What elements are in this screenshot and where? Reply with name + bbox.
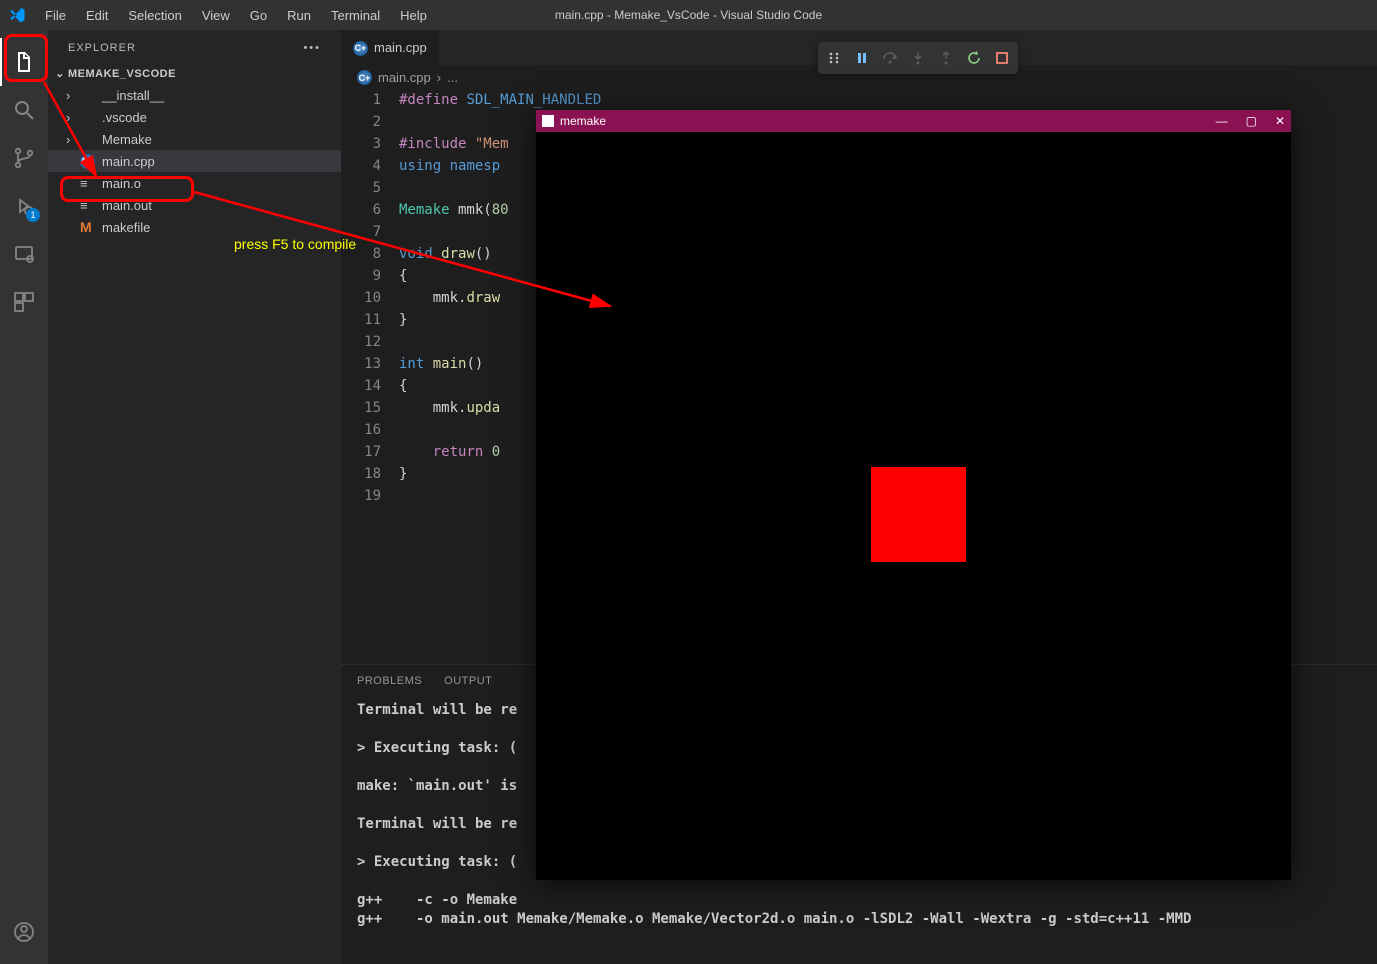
grip-icon (827, 51, 841, 65)
chevron-right-icon: › (66, 88, 80, 103)
breadcrumb-more: ... (447, 70, 458, 85)
breadcrumb-file: main.cpp (378, 70, 431, 85)
menu-terminal[interactable]: Terminal (322, 4, 389, 27)
item-label: main.o (102, 176, 141, 191)
generic-icon: ≡ (80, 176, 96, 191)
activity-extensions[interactable] (0, 278, 48, 326)
debug-badge: 1 (26, 208, 40, 222)
generic-icon: ≡ (80, 198, 96, 213)
menu-edit[interactable]: Edit (77, 4, 117, 27)
chevron-right-icon: › (437, 70, 441, 85)
debug-toolbar[interactable] (818, 42, 1018, 74)
vscode-logo-icon (8, 6, 26, 24)
app-titlebar[interactable]: memake — ▢ ✕ (536, 110, 1291, 132)
app-canvas (536, 132, 1291, 880)
extensions-icon (12, 290, 36, 314)
activity-accounts[interactable] (0, 908, 48, 956)
folder-__install__[interactable]: › __install__ (48, 84, 341, 106)
close-icon[interactable]: ✕ (1275, 114, 1285, 128)
debug-stop[interactable] (989, 45, 1015, 71)
menu-view[interactable]: View (193, 4, 239, 27)
file-main.out[interactable]: ≡ main.out (48, 194, 341, 216)
files-icon (12, 50, 36, 74)
folder-.vscode[interactable]: › .vscode (48, 106, 341, 128)
menu-bar: File Edit Selection View Go Run Terminal… (36, 4, 436, 27)
debug-step-out[interactable] (933, 45, 959, 71)
item-label: main.out (102, 198, 152, 213)
rendered-red-square (871, 467, 966, 562)
panel-tab-output[interactable]: OUTPUT (444, 671, 492, 691)
menu-selection[interactable]: Selection (119, 4, 190, 27)
restart-icon (966, 50, 982, 66)
menu-run[interactable]: Run (278, 4, 320, 27)
person-icon (12, 920, 36, 944)
file-tree: › __install__ › .vscode › Memake C+ main.cpp ≡ ma… (48, 82, 341, 238)
item-label: Memake (102, 132, 152, 147)
menu-go[interactable]: Go (241, 4, 276, 27)
m-icon: M (80, 219, 96, 235)
window-title: main.cpp - Memake_VsCode - Visual Studio… (555, 8, 822, 22)
maximize-icon[interactable]: ▢ (1246, 114, 1257, 128)
cpp-icon: C+ (357, 69, 372, 86)
folder-Memake[interactable]: › Memake (48, 128, 341, 150)
item-label: __install__ (102, 88, 164, 103)
step-out-icon (939, 51, 953, 65)
remote-icon (12, 242, 36, 266)
activity-run-debug[interactable]: 1 (0, 182, 48, 230)
app-icon (542, 115, 554, 127)
debug-pause[interactable] (849, 45, 875, 71)
debug-drag-handle[interactable] (821, 45, 847, 71)
activity-scm[interactable] (0, 134, 48, 182)
branch-icon (12, 146, 36, 170)
item-label: .vscode (102, 110, 147, 125)
sidebar-more-icon[interactable]: ••• (303, 42, 321, 54)
debug-step-over[interactable] (877, 45, 903, 71)
cpp-icon: C+ (80, 154, 96, 169)
chevron-right-icon: › (66, 132, 80, 147)
titlebar: File Edit Selection View Go Run Terminal… (0, 0, 1377, 30)
debug-restart[interactable] (961, 45, 987, 71)
project-header[interactable]: ⌄ MEMAKE_VSCODE (48, 65, 341, 82)
stop-icon (995, 51, 1009, 65)
item-label: makefile (102, 220, 150, 235)
menu-help[interactable]: Help (391, 4, 436, 27)
panel-tab-problems[interactable]: PROBLEMS (357, 671, 422, 691)
tab-label: main.cpp (374, 40, 427, 55)
debug-step-into[interactable] (905, 45, 931, 71)
activity-remote[interactable] (0, 230, 48, 278)
cpp-icon: C+ (353, 39, 368, 56)
minimize-icon[interactable]: — (1216, 114, 1228, 128)
project-name: MEMAKE_VSCODE (68, 68, 176, 80)
search-icon (12, 98, 36, 122)
activity-explorer[interactable] (0, 38, 48, 86)
app-title: memake (560, 114, 606, 128)
chevron-right-icon: › (66, 110, 80, 125)
output-app-window[interactable]: memake — ▢ ✕ (536, 110, 1291, 880)
step-over-icon (882, 51, 898, 65)
sidebar: EXPLORER ••• ⌄ MEMAKE_VSCODE › __install_… (48, 30, 341, 964)
item-label: main.cpp (102, 154, 155, 169)
line-numbers: 12345678910111213141516171819 (341, 89, 399, 664)
step-into-icon (911, 51, 925, 65)
menu-file[interactable]: File (36, 4, 75, 27)
pause-icon (855, 51, 869, 65)
activity-search[interactable] (0, 86, 48, 134)
tab-main-cpp[interactable]: C+ main.cpp (341, 30, 440, 65)
file-main.o[interactable]: ≡ main.o (48, 172, 341, 194)
sidebar-title: EXPLORER (68, 42, 136, 54)
chevron-down-icon: ⌄ (52, 67, 68, 80)
file-makefile[interactable]: Mmakefile (48, 216, 341, 238)
file-main.cpp[interactable]: C+ main.cpp (48, 150, 341, 172)
activity-bar: 1 (0, 30, 48, 964)
